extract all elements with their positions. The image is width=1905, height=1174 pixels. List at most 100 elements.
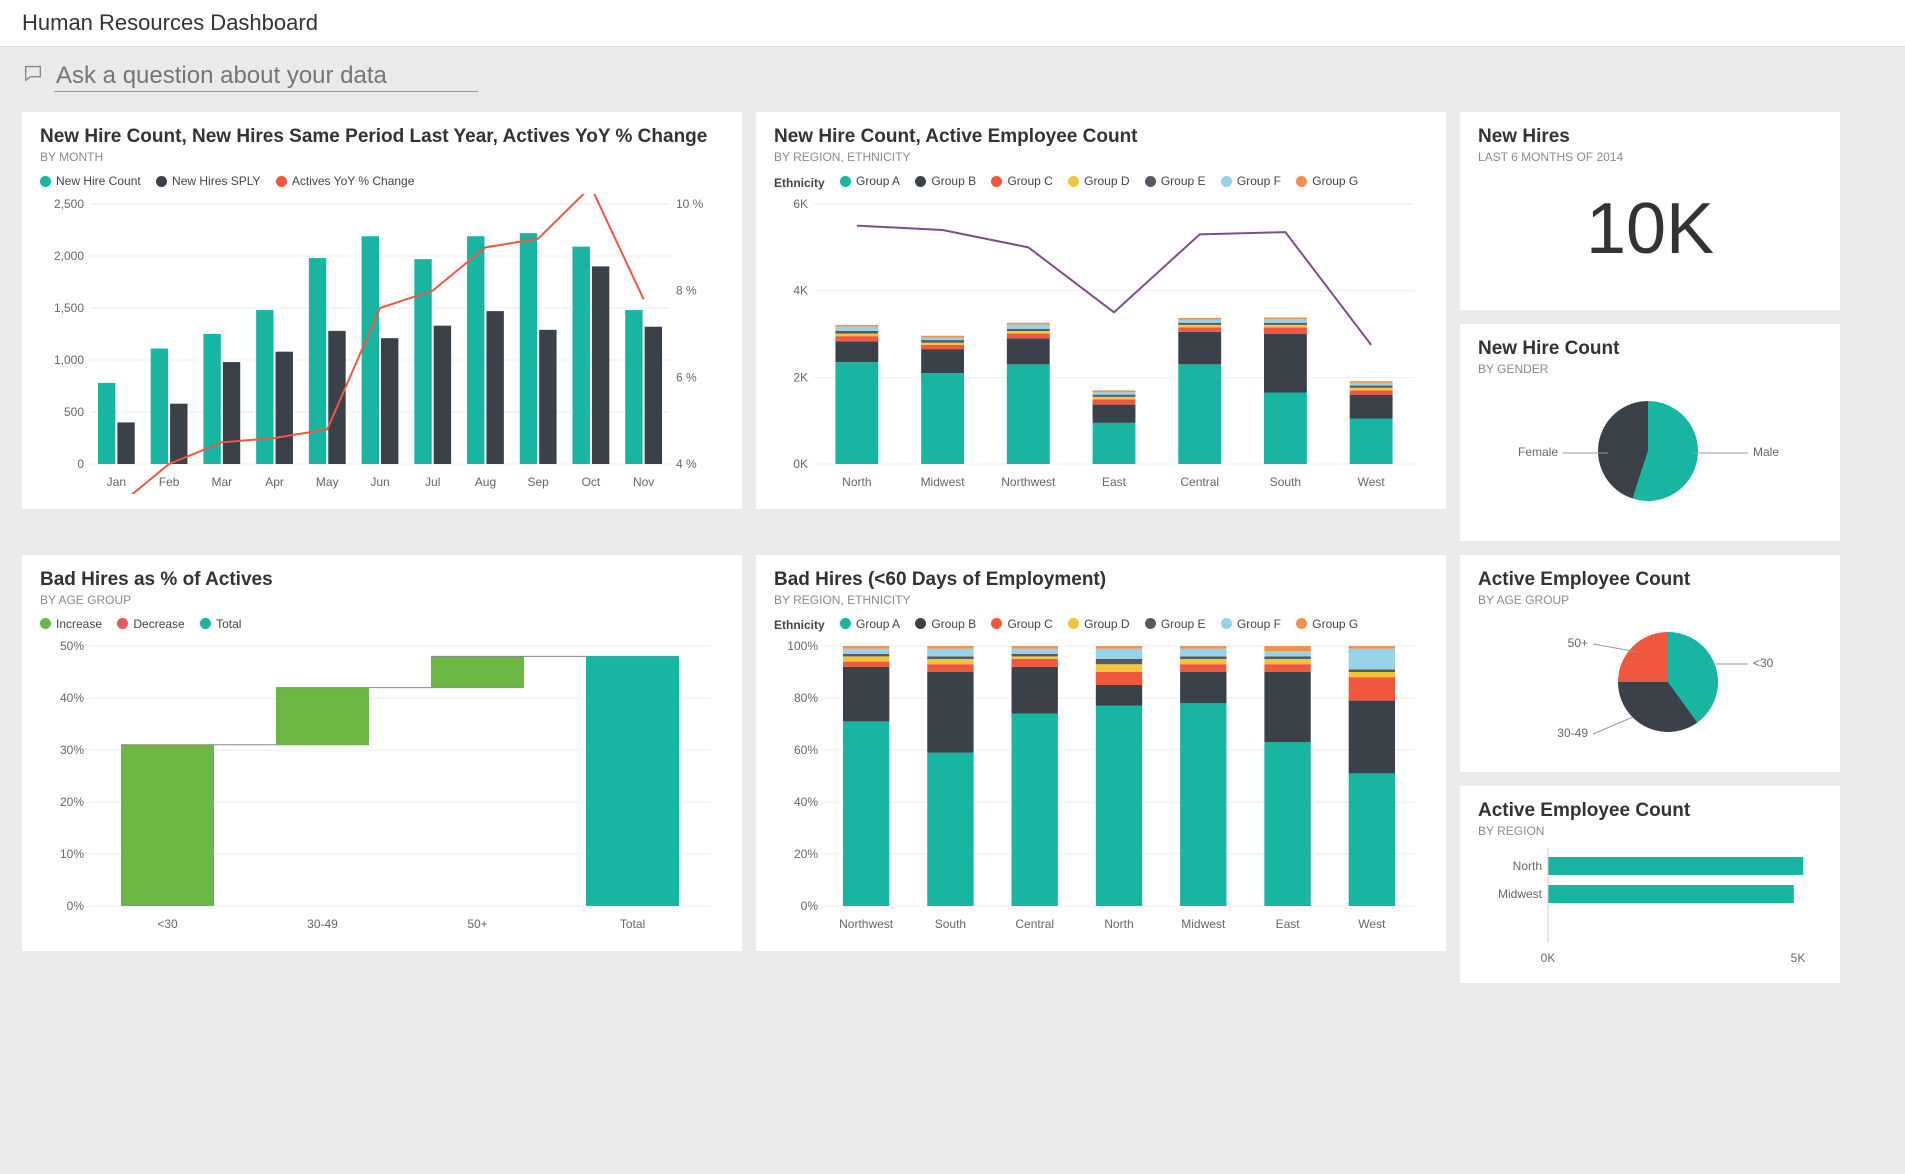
tile-title: Active Employee Count [1478,569,1822,591]
svg-text:20%: 20% [60,795,84,809]
card-value: 10K [1478,164,1822,300]
legend: New Hire Count New Hires SPLY Actives Yo… [40,174,724,190]
svg-text:Nov: Nov [633,475,654,489]
svg-text:Northwest: Northwest [839,917,894,931]
tile-hires-by-month[interactable]: New Hire Count, New Hires Same Period La… [22,112,742,509]
legend: Ethnicity Group A Group B Group C Group … [774,174,1428,190]
svg-text:10%: 10% [60,847,84,861]
tile-subtitle: LAST 6 MONTHS OF 2014 [1478,150,1822,164]
card-new-hires[interactable]: New Hires LAST 6 MONTHS OF 2014 10K [1460,112,1840,310]
svg-text:Feb: Feb [159,475,180,489]
svg-text:20%: 20% [794,847,818,861]
svg-text:5K: 5K [1791,951,1806,965]
tile-title: New Hire Count, New Hires Same Period La… [40,126,724,148]
svg-text:Total: Total [620,917,645,931]
svg-text:40%: 40% [794,795,818,809]
pie-gender: Female Male [1478,376,1818,526]
tile-bad-hires-pct[interactable]: Bad Hires as % of Actives BY AGE GROUP I… [22,555,742,952]
svg-text:North: North [1104,917,1133,931]
tile-subtitle: BY AGE GROUP [1478,593,1822,607]
svg-text:Jan: Jan [107,475,126,489]
svg-text:60%: 60% [794,743,818,757]
tile-title: Bad Hires as % of Actives [40,569,724,591]
svg-text:May: May [316,475,339,489]
tile-title: New Hire Count [1478,338,1822,360]
bar-region: North Midwest 0K 5K [1478,838,1818,968]
tile-subtitle: BY REGION, ETHNICITY [774,593,1428,607]
svg-text:Jul: Jul [425,475,440,489]
svg-text:10 %: 10 % [676,197,704,211]
svg-text:30-49: 30-49 [307,917,338,931]
chart-hires-by-month: 05001,0001,5002,0002,5004 %6 %8 %10 %Jan… [40,194,720,494]
svg-text:80%: 80% [794,691,818,705]
pie-age: <30 30-49 50+ [1478,607,1818,757]
chat-icon [22,62,44,91]
svg-text:Mar: Mar [211,475,232,489]
tile-subtitle: BY MONTH [40,150,724,164]
svg-text:6K: 6K [793,197,808,211]
page-title: Human Resources Dashboard [0,0,1905,47]
tile-subtitle: BY AGE GROUP [40,593,724,607]
svg-text:1,000: 1,000 [54,353,84,367]
svg-text:4K: 4K [793,283,808,297]
svg-text:Midwest: Midwest [1181,917,1226,931]
svg-text:Midwest: Midwest [921,475,966,489]
svg-text:North: North [1513,859,1542,873]
chart-bad-hires-region: 0% 20% 40% 60% 80% 100% Northwest South Central N… [774,636,1424,936]
svg-text:South: South [1270,475,1301,489]
card-actives-by-age[interactable]: Active Employee Count BY AGE GROUP <30 30… [1460,555,1840,772]
tile-bad-hires-region[interactable]: Bad Hires (<60 Days of Employment) BY RE… [756,555,1446,952]
chart-waterfall: 0%10%20%30%40%50%<3030-4950+Total [40,636,720,936]
svg-text:Sep: Sep [528,475,550,489]
svg-text:0K: 0K [793,457,808,471]
card-hires-by-gender[interactable]: New Hire Count BY GENDER Female Male [1460,324,1840,541]
svg-text:Male: Male [1753,445,1779,459]
svg-text:East: East [1276,917,1301,931]
qa-input[interactable] [54,61,478,92]
svg-text:0: 0 [77,457,84,471]
svg-text:2,000: 2,000 [54,249,84,263]
svg-text:Aug: Aug [475,475,496,489]
tile-title: New Hire Count, Active Employee Count [774,126,1428,148]
tile-subtitle: BY REGION [1478,824,1822,838]
qa-row [0,47,1905,98]
tile-subtitle: BY REGION, ETHNICITY [774,150,1428,164]
legend: Increase Decrease Total [40,617,724,633]
svg-text:<30: <30 [157,917,178,931]
svg-text:<30: <30 [1753,656,1774,670]
svg-text:30%: 30% [60,743,84,757]
svg-text:East: East [1102,475,1127,489]
tile-hires-by-region[interactable]: New Hire Count, Active Employee Count BY… [756,112,1446,509]
svg-text:30-49: 30-49 [1557,726,1588,740]
dashboard: Human Resources Dashboard New Hire Count… [0,0,1905,1005]
tile-title: New Hires [1478,126,1822,148]
svg-text:West: West [1358,917,1386,931]
svg-text:2,500: 2,500 [54,197,84,211]
svg-text:50+: 50+ [1568,636,1588,650]
tile-subtitle: BY GENDER [1478,362,1822,376]
tile-title: Bad Hires (<60 Days of Employment) [774,569,1428,591]
svg-text:4 %: 4 % [676,457,697,471]
svg-text:0K: 0K [1541,951,1556,965]
svg-text:South: South [935,917,966,931]
svg-text:Female: Female [1518,445,1558,459]
svg-text:Central: Central [1015,917,1054,931]
tile-title: Active Employee Count [1478,800,1822,822]
svg-text:Northwest: Northwest [1001,475,1056,489]
svg-text:Jun: Jun [370,475,389,489]
svg-text:Apr: Apr [265,475,284,489]
svg-text:8 %: 8 % [676,283,697,297]
svg-text:50+: 50+ [467,917,487,931]
chart-hires-by-region: 0K2K4K6KNorthMidwestNorthwestEastCentral… [774,194,1424,494]
svg-text:Midwest: Midwest [1498,887,1543,901]
svg-text:100%: 100% [787,639,818,653]
svg-text:500: 500 [64,405,84,419]
svg-text:50%: 50% [60,639,84,653]
svg-text:0%: 0% [801,899,819,913]
svg-text:North: North [842,475,871,489]
legend: Ethnicity Group A Group B Group C Group … [774,617,1428,633]
svg-text:2K: 2K [793,370,808,384]
svg-text:West: West [1358,475,1386,489]
card-actives-by-region[interactable]: Active Employee Count BY REGION North Mid… [1460,786,1840,983]
svg-text:1,500: 1,500 [54,301,84,315]
